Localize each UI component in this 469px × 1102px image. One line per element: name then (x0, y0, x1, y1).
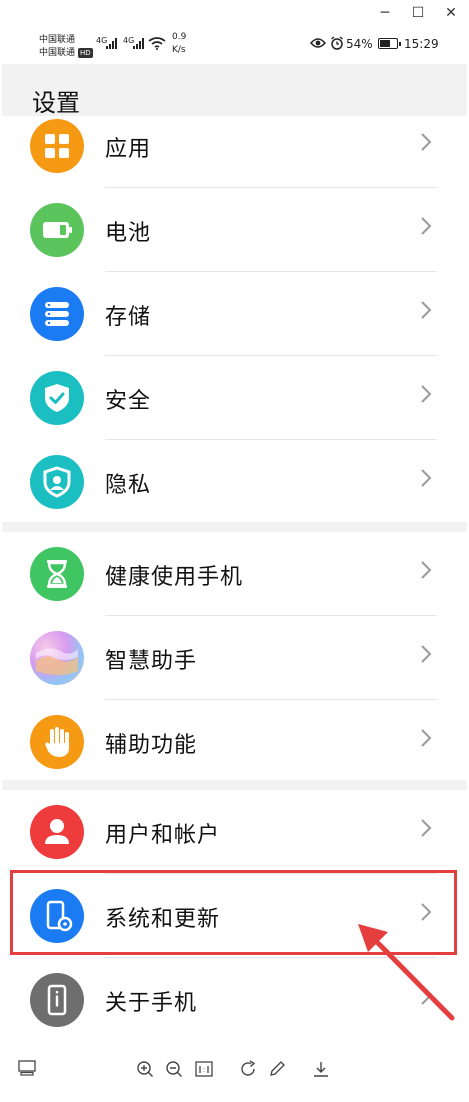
chevron-right-icon (421, 133, 432, 151)
chevron-right-icon (421, 301, 432, 319)
user-icon (30, 805, 84, 859)
signal-1-icon (106, 38, 117, 49)
settings-item-security[interactable]: 安全 (2, 356, 467, 440)
settings-item-accessibility[interactable]: 辅助功能 (2, 700, 467, 784)
settings-item-label: 应用 (105, 137, 152, 162)
zoom-in-icon[interactable] (136, 1060, 154, 1078)
chevron-right-icon (421, 469, 432, 487)
settings-item-label: 用户和帐户 (105, 823, 221, 848)
window-title-bar: ─ ☐ ✕ (0, 0, 469, 26)
settings-item-label: 关于手机 (105, 991, 198, 1016)
viewer-toolbar (0, 1046, 469, 1102)
alarm-icon (331, 36, 343, 50)
net-speed-unit: K/s (172, 45, 186, 55)
settings-item-label: 隐私 (105, 473, 152, 498)
apps-icon (30, 119, 84, 173)
privacy-icon (30, 455, 84, 509)
carrier-2-text: 中国联通 (39, 48, 76, 58)
clock-time: 15:29 (404, 37, 439, 51)
edit-pen-icon[interactable] (268, 1060, 286, 1078)
battery-status-icon (378, 38, 401, 49)
hand-icon (30, 715, 84, 769)
settings-item-label: 辅助功能 (105, 733, 198, 758)
carrier-1-label: 中国联通 (39, 35, 76, 45)
storage-icon (30, 287, 84, 341)
download-icon[interactable] (312, 1060, 330, 1078)
settings-item-apps[interactable]: 应用 (2, 104, 467, 188)
settings-item-battery[interactable]: 电池 (2, 188, 467, 272)
settings-item-smart-assistant[interactable]: 智慧助手 (2, 616, 467, 700)
close-button[interactable]: ✕ (438, 2, 464, 24)
settings-item-about-phone[interactable]: 关于手机 (2, 958, 467, 1042)
settings-item-users-accounts[interactable]: 用户和帐户 (2, 790, 467, 874)
security-shield-icon (30, 371, 84, 425)
chevron-right-icon (421, 987, 432, 1005)
settings-item-label: 存储 (105, 305, 152, 330)
settings-group-2: 健康使用手机 智慧助手 辅助功能 (2, 532, 467, 780)
zoom-out-icon[interactable] (165, 1060, 183, 1078)
actual-size-icon[interactable] (195, 1060, 213, 1078)
net-speed-value: 0.9 (172, 32, 187, 42)
chevron-right-icon (421, 385, 432, 403)
chevron-right-icon (421, 561, 432, 579)
assistant-icon (30, 631, 84, 685)
chevron-right-icon (421, 217, 432, 235)
settings-item-storage[interactable]: 存储 (2, 272, 467, 356)
settings-item-label: 安全 (105, 389, 152, 414)
battery-icon (30, 203, 84, 257)
chevron-right-icon (421, 729, 432, 747)
signal-2-icon (133, 38, 144, 49)
status-bar: 中国联通 中国联通 HD 4G 4G 0.9 K/s 54% 15:29 (2, 26, 467, 64)
about-phone-icon (30, 973, 84, 1027)
settings-item-label: 智慧助手 (105, 649, 198, 674)
settings-item-privacy[interactable]: 隐私 (2, 440, 467, 524)
settings-item-label: 健康使用手机 (105, 565, 244, 590)
wifi-icon (148, 37, 166, 50)
battery-fill (380, 40, 390, 47)
highlight-box (10, 870, 457, 955)
chevron-right-icon (421, 819, 432, 837)
carrier-2-label: 中国联通 HD (39, 45, 93, 58)
thumbnail-icon[interactable] (18, 1060, 36, 1076)
hourglass-icon (30, 547, 84, 601)
settings-item-digital-balance[interactable]: 健康使用手机 (2, 532, 467, 616)
settings-group-1: 应用 电池 存储 安全 隐私 (2, 116, 467, 522)
hd-badge: HD (78, 47, 93, 58)
minimize-button[interactable]: ─ (372, 2, 398, 24)
battery-percent: 54% (346, 37, 373, 51)
maximize-button[interactable]: ☐ (405, 2, 431, 24)
rotate-icon[interactable] (240, 1060, 258, 1078)
eye-comfort-icon (310, 38, 326, 48)
settings-item-label: 电池 (105, 221, 152, 246)
chevron-right-icon (421, 645, 432, 663)
